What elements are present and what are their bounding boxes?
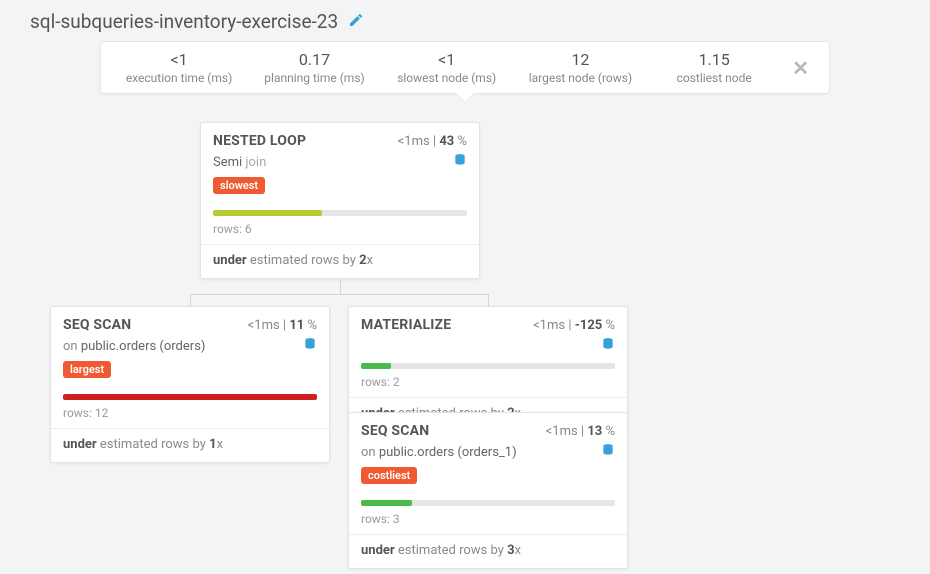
node-subtitle: on public.orders (orders) xyxy=(63,339,205,354)
database-icon[interactable] xyxy=(601,337,615,355)
title-bar: sql-subqueries-inventory-exercise-23 xyxy=(0,0,930,41)
estimate-line: under estimated rows by 2x xyxy=(201,245,479,278)
badge-costliest: costliest xyxy=(361,467,417,484)
progress-fill xyxy=(213,210,322,216)
connector xyxy=(488,294,489,306)
node-subtitle: Semi join xyxy=(213,155,266,170)
rows-line: rows: 2 xyxy=(349,373,627,397)
badge-largest: largest xyxy=(63,361,111,378)
stat-value: <1 xyxy=(126,50,232,69)
estimate-line: under estimated rows by 1x xyxy=(51,429,329,462)
node-title: NESTED LOOP xyxy=(213,133,306,149)
node-seq-scan-orders-1[interactable]: SEQ SCAN <1ms | 13 % on public.orders (o… xyxy=(348,412,628,569)
stat-largest[interactable]: 12 largest node (rows) xyxy=(529,50,632,85)
database-icon[interactable] xyxy=(303,337,317,355)
badge-slowest: slowest xyxy=(213,177,265,194)
progress-bar xyxy=(213,210,467,216)
stat-value: 1.15 xyxy=(664,50,764,69)
stat-label: slowest node (ms) xyxy=(397,71,497,85)
connector xyxy=(190,294,191,306)
stat-plan-time[interactable]: 0.17 planning time (ms) xyxy=(264,50,364,85)
database-icon[interactable] xyxy=(453,153,467,171)
rows-line: rows: 6 xyxy=(201,220,479,244)
estimate-line: under estimated rows by 3x xyxy=(349,535,627,568)
progress-fill xyxy=(361,363,391,369)
stat-label: costliest node xyxy=(664,71,764,85)
node-title: SEQ SCAN xyxy=(361,423,429,439)
stat-label: execution time (ms) xyxy=(126,71,232,85)
progress-bar xyxy=(361,363,615,369)
node-metrics: <1ms | 11 % xyxy=(248,318,317,333)
connector xyxy=(190,294,488,295)
progress-bar xyxy=(361,500,615,506)
stats-container: <1 execution time (ms) 0.17 planning tim… xyxy=(0,41,930,94)
stat-value: 0.17 xyxy=(264,50,364,69)
database-icon[interactable] xyxy=(601,443,615,461)
node-nested-loop[interactable]: NESTED LOOP <1ms | 43 % Semi join slowes… xyxy=(200,122,480,279)
stat-label: largest node (rows) xyxy=(529,71,632,85)
close-icon[interactable]: ✕ xyxy=(792,56,809,80)
progress-fill xyxy=(361,500,412,506)
node-metrics: <1ms | -125 % xyxy=(533,318,615,333)
edit-icon[interactable] xyxy=(348,12,364,32)
progress-bar xyxy=(63,394,317,400)
node-subtitle: on public.orders (orders_1) xyxy=(361,445,517,460)
node-metrics: <1ms | 43 % xyxy=(398,134,467,149)
stat-value: 12 xyxy=(529,50,632,69)
stat-value: <1 xyxy=(397,50,497,69)
rows-line: rows: 3 xyxy=(349,510,627,534)
rows-line: rows: 12 xyxy=(51,404,329,428)
stat-label: planning time (ms) xyxy=(264,71,364,85)
node-title: SEQ SCAN xyxy=(63,317,131,333)
progress-fill xyxy=(63,394,317,400)
stat-exec-time[interactable]: <1 execution time (ms) xyxy=(126,50,232,85)
plan-canvas: NESTED LOOP <1ms | 43 % Semi join slowes… xyxy=(0,94,930,574)
stat-slowest[interactable]: <1 slowest node (ms) xyxy=(397,50,497,85)
node-metrics: <1ms | 13 % xyxy=(546,424,615,439)
stats-bar: <1 execution time (ms) 0.17 planning tim… xyxy=(100,41,830,94)
node-seq-scan-orders[interactable]: SEQ SCAN <1ms | 11 % on public.orders (o… xyxy=(50,306,330,463)
page-title: sql-subqueries-inventory-exercise-23 xyxy=(30,10,338,33)
stat-costliest[interactable]: 1.15 costliest node xyxy=(664,50,764,85)
node-title: MATERIALIZE xyxy=(361,317,451,333)
